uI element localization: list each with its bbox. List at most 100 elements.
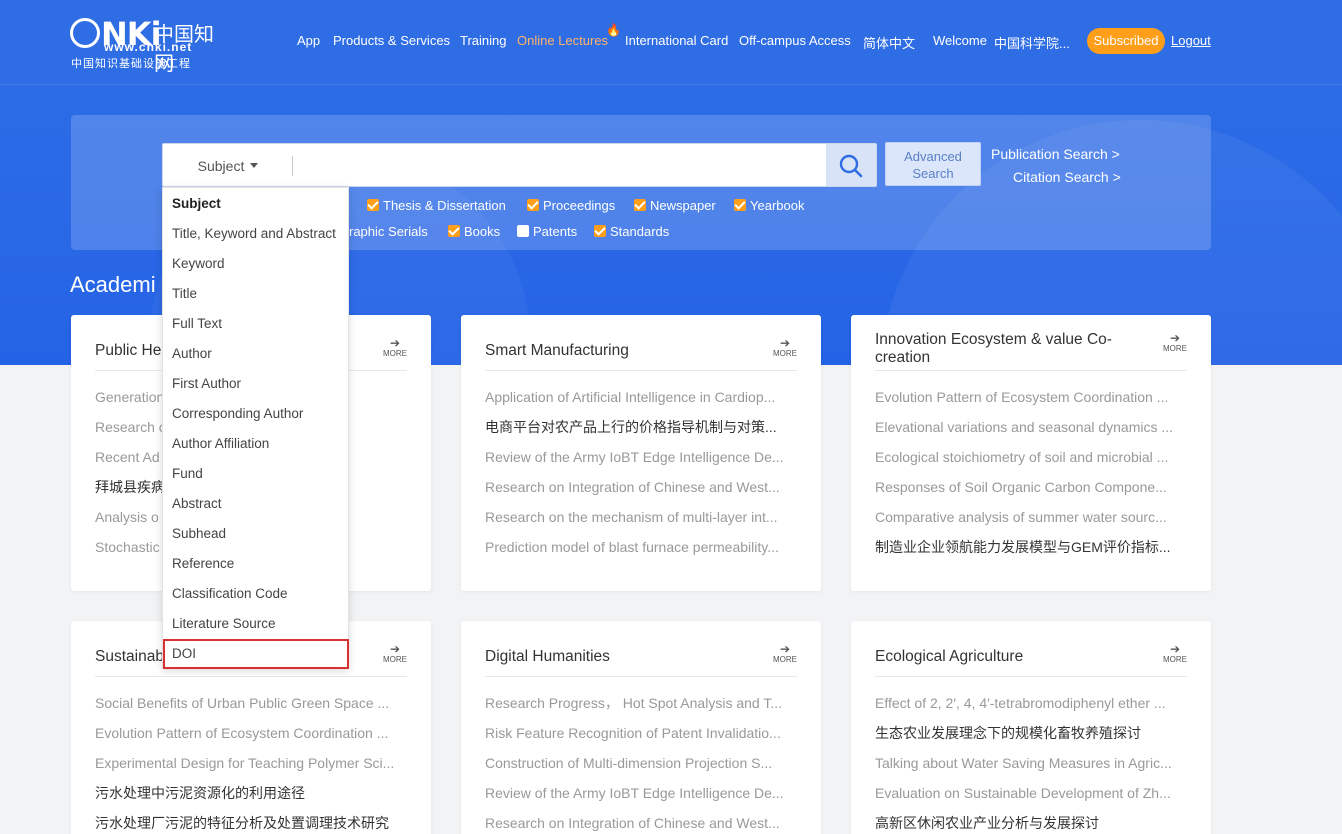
dropdown-option-fund[interactable]: Fund [172, 466, 203, 481]
list-item[interactable]: Construction of Multi-dimension Projecti… [485, 753, 797, 783]
dropdown-option-subhead[interactable]: Subhead [172, 526, 226, 541]
logo-subtitle: 中国知识基础设施工程 [71, 58, 191, 70]
search-field-select[interactable]: Subject [163, 144, 293, 188]
filter-thesis-dissertation[interactable]: Thesis & Dissertation [367, 198, 506, 213]
article-list: Effect of 2, 2′, 4, 4′-tetrabromodipheny… [875, 693, 1187, 834]
filter-patents[interactable]: Patents [517, 224, 577, 239]
list-item[interactable]: Comparative analysis of summer water sou… [875, 507, 1187, 537]
publication-search-link[interactable]: Publication Search > [991, 146, 1120, 162]
list-item[interactable]: 污水处理厂污泥的特征分析及处置调理技术研究 [95, 813, 407, 834]
list-item[interactable]: Talking about Water Saving Measures in A… [875, 753, 1187, 783]
more-label: MORE [773, 349, 797, 358]
list-item[interactable]: Ecological stoichiometry of soil and mic… [875, 447, 1187, 477]
filter-standards[interactable]: Standards [594, 224, 669, 239]
flame-icon: 🔥 [606, 23, 621, 37]
list-item[interactable]: Review of the Army IoBT Edge Intelligenc… [485, 783, 797, 813]
nav-international-card[interactable]: International Card [625, 33, 728, 48]
list-item[interactable]: Evolution Pattern of Ecosystem Coordinat… [875, 387, 1187, 417]
more-label: MORE [383, 349, 407, 358]
dropdown-option-literature-source[interactable]: Literature Source [172, 616, 276, 631]
dropdown-option-keyword[interactable]: Keyword [172, 256, 225, 271]
list-item[interactable]: Application of Artificial Intelligence i… [485, 387, 797, 417]
card-title[interactable]: Innovation Ecosystem & value Co-creation [875, 331, 1145, 367]
card-title[interactable]: Ecological Agriculture [875, 648, 1145, 666]
list-item[interactable]: 污水处理中污泥资源化的利用途径 [95, 783, 407, 813]
dropdown-option-title-keyword-abstract[interactable]: Title, Keyword and Abstract [172, 226, 336, 241]
list-item[interactable]: Elevational variations and seasonal dyna… [875, 417, 1187, 447]
dropdown-option-title[interactable]: Title [172, 286, 197, 301]
checkbox-checked-icon [734, 199, 746, 211]
dropdown-option-classification-code[interactable]: Classification Code [172, 586, 288, 601]
more-link[interactable]: ➔ MORE [382, 642, 408, 664]
checkbox-checked-icon [448, 225, 460, 237]
more-link[interactable]: ➔ MORE [772, 643, 798, 664]
list-item[interactable]: Prediction model of blast furnace permea… [485, 537, 797, 567]
dropdown-option-author-affiliation[interactable]: Author Affiliation [172, 436, 269, 451]
nav-language[interactable]: 简体中文 [863, 33, 915, 52]
filter-proceedings[interactable]: Proceedings [527, 198, 615, 213]
more-link[interactable]: ➔ MORE [382, 337, 408, 358]
search-input[interactable] [303, 150, 823, 182]
more-link[interactable]: ➔ MORE [772, 337, 798, 358]
filter-yearbook[interactable]: Yearbook [734, 198, 804, 213]
dropdown-option-abstract[interactable]: Abstract [172, 496, 222, 511]
advanced-search-button[interactable]: Advanced Search [885, 142, 981, 186]
filter-monographic-serials[interactable]: raphic Serials [349, 224, 428, 239]
list-item[interactable]: 电商平台对农产品上行的价格指导机制与对策... [485, 417, 797, 447]
arrow-right-icon: ➔ [389, 642, 401, 656]
dropdown-option-author[interactable]: Author [172, 346, 212, 361]
filter-newspaper[interactable]: Newspaper [634, 198, 716, 213]
card-title[interactable]: Digital Humanities [485, 648, 755, 666]
dropdown-option-subject[interactable]: Subject [172, 196, 221, 211]
nav-products-services[interactable]: Products & Services [333, 33, 450, 48]
checkbox-unchecked-icon [517, 225, 529, 237]
nav-app[interactable]: App [297, 33, 320, 48]
list-item[interactable]: Research on Integration of Chinese and W… [485, 813, 797, 834]
checkbox-checked-icon [634, 199, 646, 211]
user-institution[interactable]: 中国科学院... [994, 33, 1070, 52]
dropdown-option-full-text[interactable]: Full Text [172, 316, 222, 331]
more-link[interactable]: ➔ MORE [1162, 331, 1188, 353]
list-item[interactable]: Review of the Army IoBT Edge Intelligenc… [485, 447, 797, 477]
divider [875, 676, 1187, 677]
list-item[interactable]: Research Progress， Hot Spot Analysis and… [485, 693, 797, 723]
search-button[interactable] [826, 144, 876, 186]
nav-off-campus-access[interactable]: Off-campus Access [739, 33, 851, 48]
more-label: MORE [773, 655, 797, 664]
dropdown-option-corresponding-author[interactable]: Corresponding Author [172, 406, 303, 421]
list-item[interactable]: Evolution Pattern of Ecosystem Coordinat… [95, 723, 407, 753]
search-field-dropdown: Subject Title, Keyword and Abstract Keyw… [162, 187, 349, 669]
citation-search-link[interactable]: Citation Search > [1013, 169, 1121, 185]
list-item[interactable]: Effect of 2, 2′, 4, 4′-tetrabromodipheny… [875, 693, 1187, 723]
article-list: Evolution Pattern of Ecosystem Coordinat… [875, 387, 1187, 567]
subscribed-button[interactable]: Subscribed [1087, 28, 1165, 54]
list-item[interactable]: Responses of Soil Organic Carbon Compone… [875, 477, 1187, 507]
list-item[interactable]: Risk Feature Recognition of Patent Inval… [485, 723, 797, 753]
filter-label: Patents [533, 224, 578, 239]
list-item[interactable]: Experimental Design for Teaching Polymer… [95, 753, 407, 783]
more-link[interactable]: ➔ MORE [1162, 643, 1188, 664]
list-item[interactable]: 高新区休闲农业产业分析与发展探讨 [875, 813, 1187, 834]
search-icon [839, 154, 863, 178]
filter-label: Proceedings [543, 198, 616, 213]
list-item[interactable]: 生态农业发展理念下的规模化畜牧养殖探讨 [875, 723, 1187, 753]
nav-online-lectures[interactable]: Online Lectures [517, 33, 608, 48]
filter-label: Standards [610, 224, 670, 239]
list-item[interactable]: 制造业企业领航能力发展模型与GEM评价指标... [875, 537, 1187, 567]
search-field-label: Subject [197, 158, 245, 174]
nav-training[interactable]: Training [460, 33, 506, 48]
filter-label: raphic Serials [349, 224, 428, 239]
divider [292, 156, 293, 176]
list-item[interactable]: Social Benefits of Urban Public Green Sp… [95, 693, 407, 723]
dropdown-option-first-author[interactable]: First Author [172, 376, 241, 391]
list-item[interactable]: Evaluation on Sustainable Development of… [875, 783, 1187, 813]
card-title[interactable]: Smart Manufacturing [485, 342, 755, 360]
list-item[interactable]: Research on Integration of Chinese and W… [485, 477, 797, 507]
filter-label: Thesis & Dissertation [383, 198, 506, 213]
filter-books[interactable]: Books [448, 224, 500, 239]
arrow-right-icon: ➔ [1169, 331, 1181, 345]
logout-link[interactable]: Logout [1171, 33, 1211, 48]
dropdown-option-reference[interactable]: Reference [172, 556, 234, 571]
list-item[interactable]: Research on the mechanism of multi-layer… [485, 507, 797, 537]
topic-card: Smart Manufacturing ➔ MORE Application of… [461, 315, 821, 591]
